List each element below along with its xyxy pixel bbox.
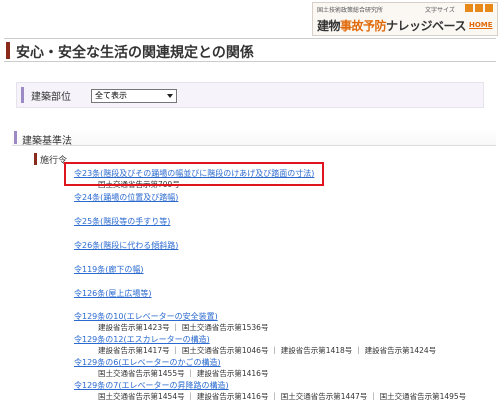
regulation-link[interactable]: 令26条(階段に代わる傾斜路) — [74, 240, 494, 251]
home-link[interactable]: HOME — [469, 21, 493, 29]
list-item: 令129条の7(エレベーターの昇降路の構造) 国土交通省告示第1454号 ｜ 建… — [74, 380, 494, 403]
filter-label: 建築部位 — [31, 92, 71, 103]
building-part-select[interactable]: 全て表示 — [91, 89, 177, 103]
regulation-link[interactable]: 令129条の10(エレベーターの安全装置) — [74, 311, 494, 322]
site-title: 建物事故予防ナレッジベース — [317, 17, 466, 34]
page-title-bar: 安心・安全な生活の関連規定との関係 — [4, 38, 496, 62]
notice-references: 国土交通省告示第1455号 ｜ 建設省告示第1416号 — [98, 369, 269, 378]
subsection-title: 施行令 — [40, 156, 68, 166]
section-title: 建築基準法 — [22, 136, 72, 147]
title-marker — [6, 42, 10, 59]
regulation-link[interactable]: 令129条の6(エレベーターのかごの構造) — [74, 357, 494, 368]
site-title-prefix: 建物 — [317, 19, 341, 33]
font-size-medium-button[interactable] — [475, 4, 483, 12]
notice-references: 国土交通省告示第1454号 ｜ 建設省告示第1416号 ｜ 国土交通省告示第14… — [98, 392, 467, 401]
regulation-list: 令23条(階段及びその踊場の幅並びに階段のけあげ及び踏面の寸法) 国土交通省告示… — [74, 168, 494, 403]
site-logo[interactable]: 国土技術政策総合研究所 文字サイズ 建物事故予防ナレッジベース HOME — [312, 2, 498, 36]
font-size-label: 文字サイズ — [425, 7, 455, 14]
list-item: 令24条(踊場の位置及び踏幅) — [74, 192, 494, 216]
notice-references: 建設省告示第1423号 ｜ 国土交通省告示第1536号 — [98, 323, 269, 332]
regulation-link[interactable]: 令129条の12(エスカレーターの構造) — [74, 334, 494, 345]
regulation-link[interactable]: 令25条(階段等の手すり等) — [74, 216, 494, 227]
list-item: 令129条の10(エレベーターの安全装置) 建設省告示第1423号 ｜ 国土交通… — [74, 311, 494, 334]
subsection-marker — [34, 153, 37, 165]
notice-references: 建設省告示第1417号 ｜ 国土交通省告示第1046号 ｜ 建設省告示第1418… — [98, 346, 437, 355]
font-size-small-button[interactable] — [465, 4, 473, 12]
section-marker — [14, 131, 17, 144]
regulation-link[interactable]: 令129条の7(エレベーターの昇降路の構造) — [74, 380, 494, 391]
list-item: 令25条(階段等の手すり等) — [74, 216, 494, 240]
font-size-large-button[interactable] — [485, 4, 493, 12]
site-header: 国土技術政策総合研究所 文字サイズ 建物事故予防ナレッジベース HOME — [0, 0, 500, 38]
filter-marker — [21, 87, 24, 103]
site-title-suffix: ナレッジベース — [386, 19, 466, 33]
highlight-box — [64, 162, 324, 186]
building-part-select-value: 全て表示 — [95, 91, 127, 100]
regulation-link[interactable]: 令119条(廊下の幅) — [74, 264, 494, 275]
filter-panel: 建築部位 全て表示 — [16, 82, 484, 108]
organization-name: 国土技術政策総合研究所 — [317, 7, 384, 14]
list-item: 令26条(階段に代わる傾斜路) — [74, 240, 494, 264]
list-item: 令119条(廊下の幅) — [74, 264, 494, 288]
chevron-down-icon — [167, 94, 173, 98]
list-item: 令129条の6(エレベーターのかごの構造) 国土交通省告示第1455号 ｜ 建設… — [74, 357, 494, 380]
list-item: 令126条(屋上広場等) — [74, 288, 494, 311]
site-title-accent: 事故予防 — [340, 19, 387, 33]
page-title: 安心・安全な生活の関連規定との関係 — [16, 45, 254, 61]
regulation-link[interactable]: 令24条(踊場の位置及び踏幅) — [74, 192, 494, 203]
list-item: 令129条の12(エスカレーターの構造) 建設省告示第1417号 ｜ 国土交通省… — [74, 334, 494, 357]
section-header: 建築基準法 — [12, 130, 496, 147]
regulation-link[interactable]: 令126条(屋上広場等) — [74, 288, 494, 299]
